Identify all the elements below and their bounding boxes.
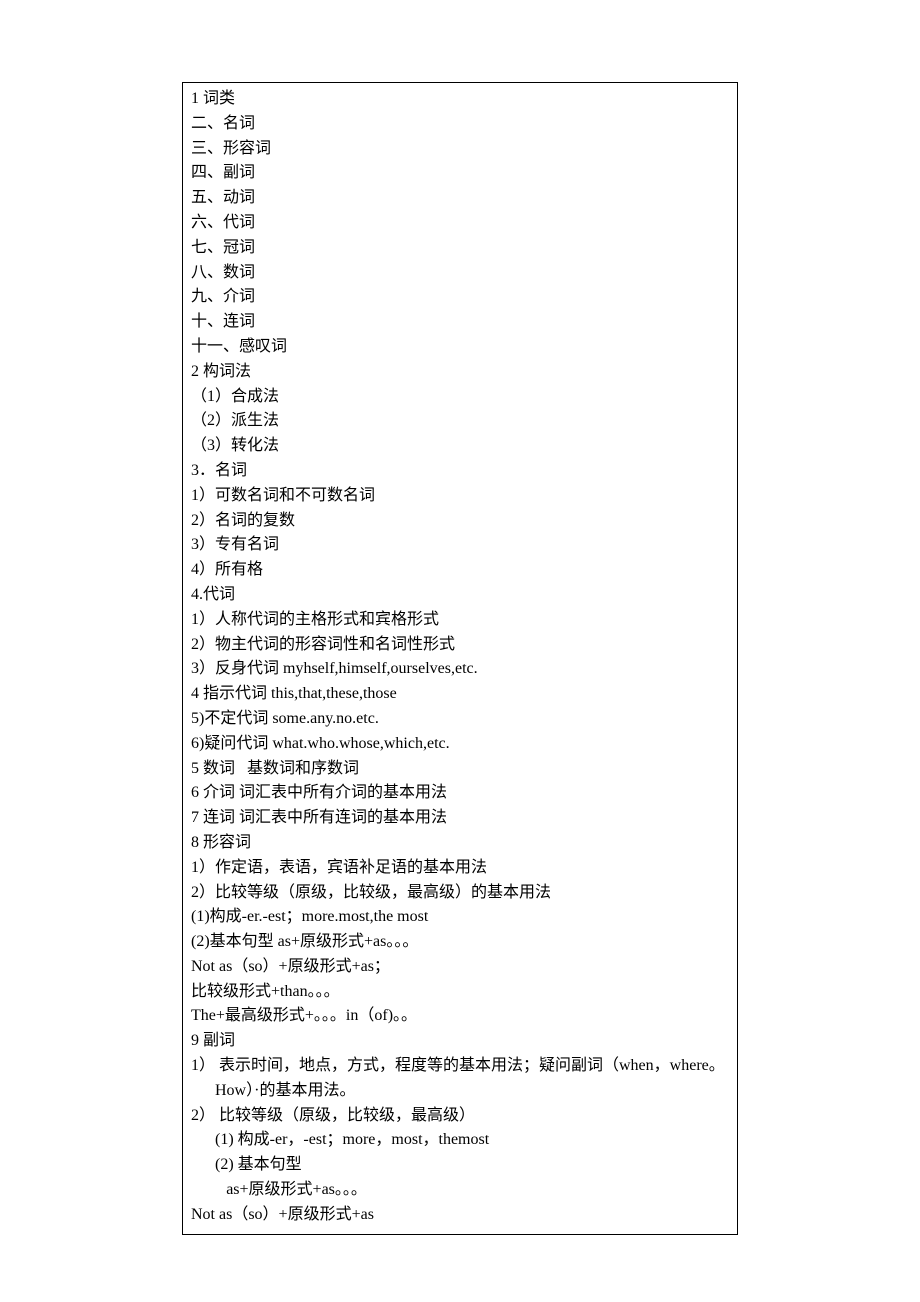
- text-line: 6)疑问代词 what.who.whose,which,etc.: [191, 732, 729, 757]
- text-line: 3）反身代词 myhself,himself,ourselves,etc.: [191, 657, 729, 682]
- text-line: 4 指示代词 this,that,these,those: [191, 682, 729, 707]
- text-line: Not as（so）+原级形式+as: [191, 1203, 729, 1228]
- text-line: 2）物主代词的形容词性和名词性形式: [191, 633, 729, 658]
- text-line: 比较级形式+than。。。: [191, 980, 729, 1005]
- document-box: 1 词类二、名词三、形容词四、副词五、动词六、代词七、冠词八、数词九、介词十、连…: [182, 82, 738, 1235]
- text-line: 六、代词: [191, 211, 729, 236]
- text-line: 1 词类: [191, 87, 729, 112]
- text-line: 7 连词 词汇表中所有连词的基本用法: [191, 806, 729, 831]
- page: 1 词类二、名词三、形容词四、副词五、动词六、代词七、冠词八、数词九、介词十、连…: [0, 0, 920, 1302]
- text-line: 6 介词 词汇表中所有介词的基本用法: [191, 781, 729, 806]
- text-line: 2）比较等级（原级，比较级，最高级）的基本用法: [191, 881, 729, 906]
- text-line: The+最高级形式+。。。in（of)。。: [191, 1004, 729, 1029]
- text-line: as+原级形式+as。。。: [191, 1178, 729, 1203]
- text-line: 2）名词的复数: [191, 509, 729, 534]
- text-line: 1） 表示时间，地点，方式，程度等的基本用法；疑问副词（when，where。: [191, 1054, 729, 1079]
- text-line: 2 构词法: [191, 360, 729, 385]
- text-line: 3．名词: [191, 459, 729, 484]
- text-line: 9 副词: [191, 1029, 729, 1054]
- text-line: How）·的基本用法。: [191, 1079, 729, 1104]
- text-line: 十、连词: [191, 310, 729, 335]
- text-line: 1）作定语，表语，宾语补足语的基本用法: [191, 856, 729, 881]
- text-line: （2）派生法: [191, 409, 729, 434]
- text-line: 3）专有名词: [191, 533, 729, 558]
- text-line: 2） 比较等级（原级，比较级，最高级）: [191, 1104, 729, 1129]
- text-line: 5 数词 基数词和序数词: [191, 757, 729, 782]
- text-line: 五、动词: [191, 186, 729, 211]
- text-line: 二、名词: [191, 112, 729, 137]
- text-line: (1)构成-er.-est；more.most,the most: [191, 905, 729, 930]
- text-line: 八、数词: [191, 261, 729, 286]
- text-line: 七、冠词: [191, 236, 729, 261]
- text-line: 九、介词: [191, 285, 729, 310]
- text-line: (2) 基本句型: [191, 1153, 729, 1178]
- text-line: Not as（so）+原级形式+as；: [191, 955, 729, 980]
- text-line: 4）所有格: [191, 558, 729, 583]
- text-line: 1）可数名词和不可数名词: [191, 484, 729, 509]
- text-line: （1）合成法: [191, 385, 729, 410]
- text-line: 四、副词: [191, 161, 729, 186]
- text-line: 三、形容词: [191, 137, 729, 162]
- text-line: 5)不定代词 some.any.no.etc.: [191, 707, 729, 732]
- text-line: （3）转化法: [191, 434, 729, 459]
- text-line: (1) 构成-er，-est；more，most，themost: [191, 1128, 729, 1153]
- text-line: 4.代词: [191, 583, 729, 608]
- text-line: 1）人称代词的主格形式和宾格形式: [191, 608, 729, 633]
- text-line: 十一、感叹词: [191, 335, 729, 360]
- text-line: 8 形容词: [191, 831, 729, 856]
- text-line: (2)基本句型 as+原级形式+as。。。: [191, 930, 729, 955]
